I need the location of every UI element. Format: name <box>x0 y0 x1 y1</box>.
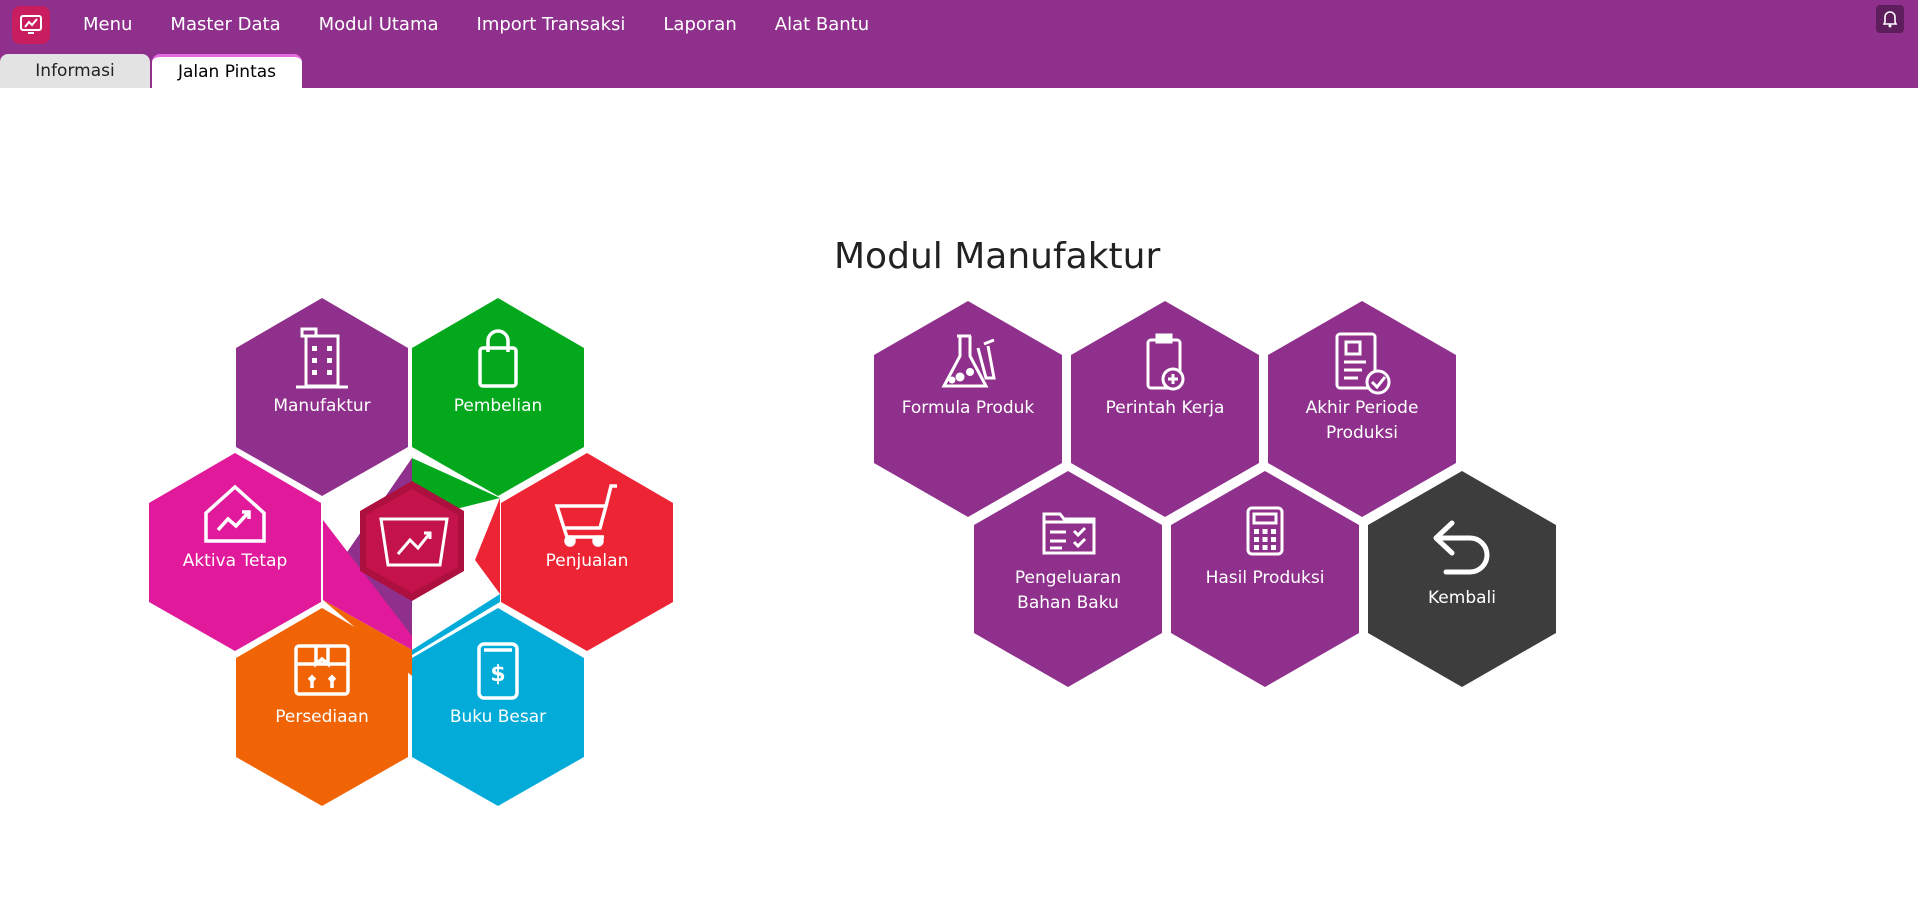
app-logo-icon[interactable] <box>12 6 50 44</box>
ring-sliver-red <box>475 498 500 594</box>
shortcut-canvas: Manufaktur Pembelian Aktiva Tetap Penjua… <box>149 298 1556 806</box>
shortcut-aktiva-tetap[interactable]: Aktiva Tetap <box>149 453 321 651</box>
shortcut-pembelian-label: Pembelian <box>454 396 543 416</box>
menu-item-import-transaksi[interactable]: Import Transaksi <box>458 0 645 50</box>
bell-icon[interactable] <box>1876 5 1904 33</box>
menu-item-modul-utama[interactable]: Modul Utama <box>300 0 458 50</box>
module-formula-produk[interactable]: Formula Produk <box>874 301 1062 517</box>
menu-item-menu[interactable]: Menu <box>64 0 151 50</box>
module-kembali[interactable]: Kembali <box>1368 471 1556 687</box>
tab-jalan-pintas[interactable]: Jalan Pintas <box>152 54 302 88</box>
module-akhir-periode-label-1: Akhir Periode <box>1306 398 1419 418</box>
shortcut-aktiva-tetap-label: Aktiva Tetap <box>183 551 288 571</box>
shortcut-pembelian[interactable]: Pembelian <box>412 298 584 496</box>
menu-item-laporan[interactable]: Laporan <box>644 0 755 50</box>
shortcut-manufaktur-label: Manufaktur <box>273 396 370 416</box>
shortcut-buku-besar-label: Buku Besar <box>450 707 546 727</box>
shortcut-penjualan[interactable]: Penjualan <box>501 453 673 651</box>
menu-item-master-data[interactable]: Master Data <box>151 0 299 50</box>
module-pengeluaran-label-1: Pengeluaran <box>1015 568 1121 588</box>
module-kembali-label: Kembali <box>1428 588 1496 608</box>
top-bar: Menu Master Data Modul Utama Import Tran… <box>0 0 1918 88</box>
module-formula-produk-label: Formula Produk <box>902 398 1035 418</box>
shortcut-persediaan-label: Persediaan <box>275 707 369 727</box>
module-akhir-periode-produksi[interactable]: Akhir Periode Produksi <box>1268 301 1456 517</box>
menu-item-alat-bantu[interactable]: Alat Bantu <box>756 0 888 50</box>
dollar-icon: $ <box>490 662 505 687</box>
module-pengeluaran-label-2: Bahan Baku <box>1017 593 1119 613</box>
menu-bar: Menu Master Data Modul Utama Import Tran… <box>64 0 888 50</box>
tab-informasi[interactable]: Informasi <box>0 54 150 88</box>
module-akhir-periode-label-2: Produksi <box>1326 423 1398 443</box>
shortcut-manufaktur[interactable]: Manufaktur <box>236 298 408 496</box>
module-perintah-kerja-label: Perintah Kerja <box>1106 398 1225 418</box>
shortcut-penjualan-label: Penjualan <box>546 551 629 571</box>
module-pengeluaran-bahan-baku[interactable]: Pengeluaran Bahan Baku <box>974 471 1162 687</box>
module-hasil-produksi-label: Hasil Produksi <box>1206 568 1325 588</box>
module-perintah-kerja[interactable]: Perintah Kerja <box>1071 301 1259 517</box>
module-hasil-produksi[interactable]: Hasil Produksi <box>1171 471 1359 687</box>
